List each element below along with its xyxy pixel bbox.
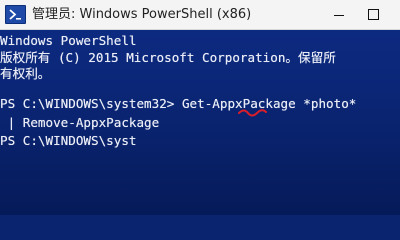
console-command-line: PS C:\WINDOWS\system32> Get-AppxPackage …: [0, 96, 357, 111]
console-prompt-line: PS C:\WINDOWS\syst: [0, 133, 137, 148]
powershell-window: 管理员: Windows PowerShell (x86) Windows Po…: [0, 0, 400, 215]
console-line: Windows PowerShell: [0, 33, 137, 48]
powershell-icon: [5, 5, 26, 24]
console-line: 有权利。: [0, 66, 51, 81]
console-area[interactable]: Windows PowerShell 版权所有 (C) 2015 Microso…: [0, 30, 400, 215]
minimize-button[interactable]: [322, 0, 356, 30]
window-title: 管理员: Windows PowerShell (x86): [32, 7, 252, 22]
minimize-icon: [334, 15, 344, 16]
console-command-continuation: | Remove-AppxPackage: [0, 115, 160, 130]
console-line: 版权所有 (C) 2015 Microsoft Corporation。保留所: [0, 50, 336, 65]
annotation-mark: [238, 109, 267, 117]
maximize-button[interactable]: [356, 0, 390, 30]
maximize-icon: [368, 9, 379, 20]
title-bar[interactable]: 管理员: Windows PowerShell (x86): [0, 0, 400, 30]
